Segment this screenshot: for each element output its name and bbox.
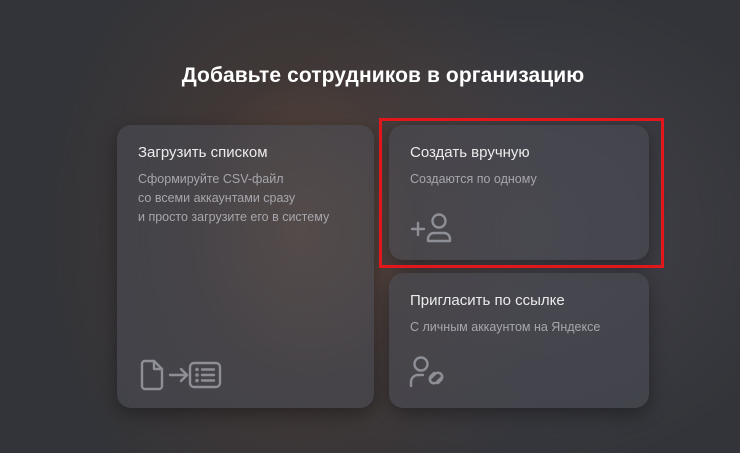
manual-desc-line: Создаются по одному [410,172,537,186]
upload-desc-line: и просто загрузите его в систему [138,210,330,224]
upload-list-description: Сформируйте CSV-файл со всеми аккаунтами… [138,170,329,227]
add-user-icon [410,213,452,243]
page-title: Добавьте сотрудников в организацию [181,64,585,87]
upload-desc-line: Сформируйте CSV-файл [138,172,284,186]
invite-desc-line: С личным аккаунтом на Яндексе [410,320,601,334]
invite-by-link-card[interactable]: Пригласить по ссылке С личным аккаунтом … [389,273,649,408]
user-link-icon [409,356,444,388]
upload-desc-line: со всеми аккаунтами сразу [138,191,296,205]
upload-list-card[interactable]: Загрузить списком Сформируйте CSV-файл с… [117,125,374,408]
invite-by-link-description: С личным аккаунтом на Яндексе [410,318,600,337]
upload-list-title: Загрузить списком [138,144,268,161]
create-manually-description: Создаются по одному [410,170,537,189]
invite-by-link-title: Пригласить по ссылке [410,292,565,309]
file-to-list-icon [140,359,222,391]
create-manually-card[interactable]: Создать вручную Создаются по одному [389,125,649,260]
create-manually-title: Создать вручную [410,144,530,161]
